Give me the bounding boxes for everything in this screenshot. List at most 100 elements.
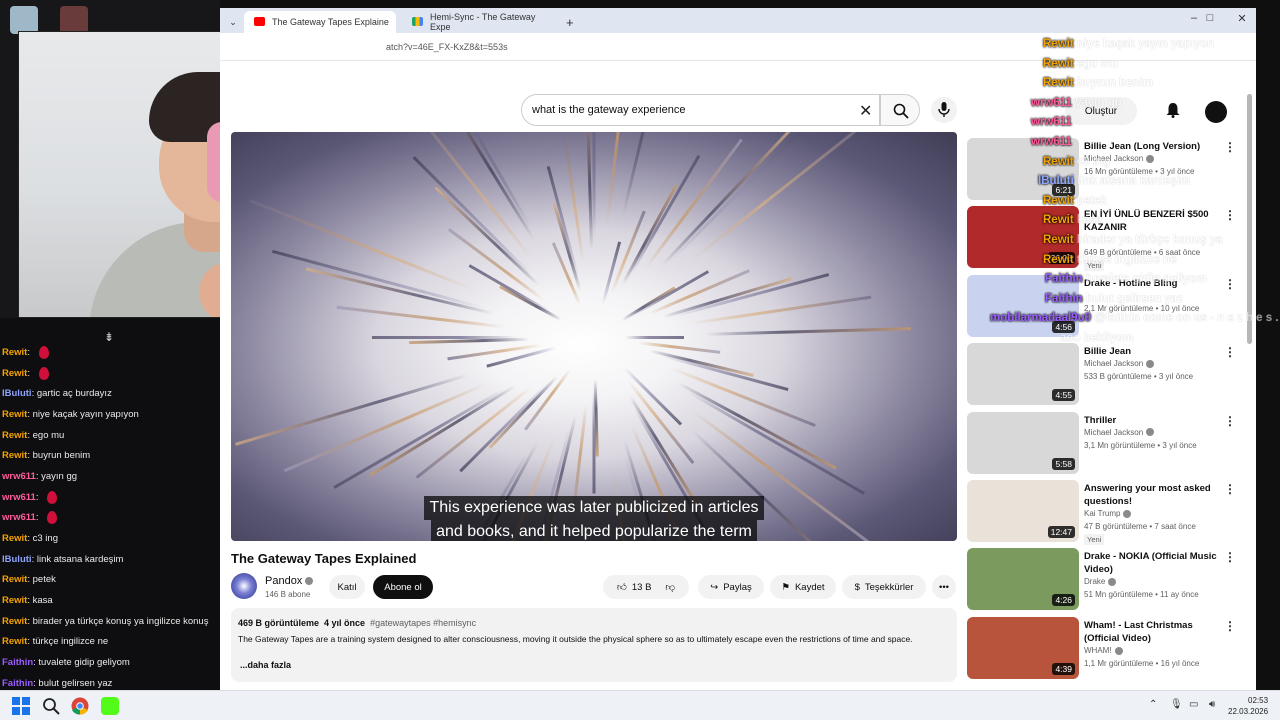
subscribe-button[interactable]: Abone ol <box>373 575 433 599</box>
chat-username[interactable]: Faithin <box>2 678 33 689</box>
scrollbar[interactable] <box>1247 88 1253 684</box>
recommendation-title[interactable]: Drake - NOKIA (Official Music Video) <box>1084 550 1219 576</box>
recommendation-thumbnail[interactable]: 4:55 <box>967 343 1079 406</box>
recommendation-title[interactable]: Drake - Hotline Bling <box>1084 277 1219 290</box>
recommendation-channel[interactable]: Drake <box>1084 577 1117 586</box>
description-box[interactable]: 469 B görüntüleme 4 yıl önce #gatewaytap… <box>231 608 957 682</box>
share-button[interactable]: ↪ Paylaş <box>698 575 764 599</box>
recommendation-item[interactable]: 4:39 Wham! - Last Christmas (Official Vid… <box>967 616 1247 681</box>
chat-username[interactable]: wrw611 <box>2 471 36 482</box>
channel-name[interactable]: Pandox <box>265 575 314 587</box>
recommendation-item[interactable]: 4:55 Billie Jean ⋮ Michael Jackson 533 B gör… <box>967 343 1247 407</box>
join-button[interactable]: Katıl <box>329 575 365 599</box>
chat-username[interactable]: lBuluti <box>2 388 32 399</box>
windows-start-icon[interactable] <box>12 697 30 715</box>
search-input[interactable] <box>532 104 852 116</box>
url-text[interactable]: atch?v=46E_FX-KxZ8&t=553s <box>386 42 508 52</box>
recommendation-thumbnail[interactable]: 4:56 <box>967 274 1079 337</box>
recommendation-title[interactable]: Wham! - Last Christmas (Official Video) <box>1084 619 1219 645</box>
like-dislike-group[interactable]: 👍︎ 13 B 👎︎ <box>603 575 689 599</box>
chat-username[interactable]: Rewit <box>2 347 27 358</box>
volume-icon[interactable]: 🔊︎ <box>1209 699 1215 710</box>
recommendation-item[interactable]: 5:58 Thriller ⋮ Michael Jackson 3,1 Mn görün… <box>967 411 1247 476</box>
search-button[interactable] <box>880 94 920 126</box>
bell-icon[interactable] <box>1166 102 1180 121</box>
recommendation-title[interactable]: Billie Jean <box>1084 345 1219 358</box>
avatar[interactable] <box>1205 101 1227 123</box>
chat-username[interactable]: Rewit <box>2 574 27 585</box>
chat-username[interactable]: Faithin <box>2 657 33 668</box>
clock[interactable]: 02:53 22.03.2026 <box>1228 695 1268 717</box>
chrome-icon[interactable] <box>71 697 89 715</box>
chat-username[interactable]: Rewit <box>2 368 27 379</box>
dislike-icon[interactable]: 👎︎ <box>665 581 675 593</box>
chat-username[interactable]: Rewit <box>2 636 27 647</box>
thanks-button[interactable]: $ Teşekkürler <box>842 575 926 599</box>
recommendation-channel[interactable]: Michael Jackson <box>1084 428 1155 437</box>
recommendation-thumbnail[interactable]: 12:47 <box>967 480 1079 542</box>
search-box[interactable]: ✕ <box>521 94 880 126</box>
recommendation-item[interactable]: 4:56 Drake - Hotline Bling ⋮ 2,1 Mr görüntü… <box>967 274 1247 339</box>
kick-icon[interactable] <box>101 697 119 715</box>
recommendation-item[interactable]: 36:05 EN İYİ ÜNLÜ BENZERİ $500 KAZANIR ⋮ 64… <box>967 206 1247 272</box>
chat-username[interactable]: Rewit <box>2 409 27 420</box>
voice-search-button[interactable] <box>931 97 957 123</box>
recommendation-title[interactable]: Thriller <box>1084 414 1219 427</box>
tab-hemisync[interactable]: Hemi-Sync - The Gateway Expe <box>402 11 556 33</box>
recycle-bin-icon[interactable] <box>10 6 38 34</box>
tray-overflow-icon[interactable]: ⌃ <box>1149 699 1157 710</box>
show-more-link[interactable]: ...daha fazla <box>240 660 291 670</box>
recommendation-title[interactable]: Billie Jean (Long Version) <box>1084 140 1219 153</box>
recommendation-thumbnail[interactable]: 5:58 <box>967 411 1079 474</box>
scrollbar-thumb[interactable] <box>1247 94 1252 344</box>
recommendation-channel[interactable]: Michael Jackson <box>1084 359 1155 368</box>
more-vert-icon[interactable]: ⋮ <box>1224 140 1236 154</box>
recommendation-thumbnail[interactable]: 4:26 <box>967 548 1079 611</box>
more-vert-icon[interactable]: ⋮ <box>1224 619 1236 633</box>
recommendation-stats: 51 Mn görüntüleme • 11 ay önce <box>1084 590 1199 600</box>
recommendation-channel[interactable]: WHAM! <box>1084 646 1123 655</box>
tab-list-button[interactable]: ⌄ <box>224 11 242 33</box>
chat-username[interactable]: wrw611 <box>2 512 36 523</box>
search-icon[interactable] <box>42 697 60 715</box>
recommendation-title[interactable]: Answering your most asked questions! <box>1084 482 1219 508</box>
network-icon[interactable]: ▭ <box>1189 699 1198 710</box>
chat-username[interactable]: Rewit <box>2 430 27 441</box>
tab-youtube[interactable]: The Gateway Tapes Explaine <box>244 11 396 33</box>
chat-username[interactable]: Rewit <box>2 450 27 461</box>
recommendation-item[interactable]: 12:47 Answering your most asked questions… <box>967 480 1247 545</box>
recommendation-thumbnail[interactable]: 36:05 <box>967 206 1079 269</box>
more-actions-button[interactable]: ••• <box>932 575 956 599</box>
more-vert-icon[interactable]: ⋮ <box>1224 277 1236 291</box>
recommendation-item[interactable]: 6:21 Billie Jean (Long Version) ⋮ Michael J… <box>967 138 1247 202</box>
chat-username[interactable]: wrw611 <box>2 492 36 503</box>
new-tab-button[interactable]: + <box>562 11 582 33</box>
create-button[interactable]: Oluştur <box>1065 97 1137 125</box>
more-vert-icon[interactable]: ⋮ <box>1224 208 1236 222</box>
mic-icon[interactable]: 🎙︎ <box>1170 699 1183 710</box>
recommendation-title[interactable]: EN İYİ ÜNLÜ BENZERİ $500 KAZANIR <box>1084 208 1219 234</box>
description-tags[interactable]: #gatewaytapes #hemisync <box>370 618 476 628</box>
like-icon[interactable]: 👍︎ <box>617 581 627 593</box>
recommendation-channel[interactable]: Michael Jackson <box>1084 154 1155 163</box>
recommendation-channel[interactable]: Kai Trump <box>1084 509 1132 518</box>
more-vert-icon[interactable]: ⋮ <box>1224 414 1236 428</box>
more-vert-icon[interactable]: ⋮ <box>1224 550 1236 564</box>
recommendation-thumbnail[interactable]: 6:21 <box>967 138 1079 200</box>
close-button[interactable]: ✕ <box>1232 12 1252 28</box>
maximize-button[interactable]: □ <box>1200 12 1220 28</box>
save-button[interactable]: ⚑ Kaydet <box>770 575 836 599</box>
channel-avatar[interactable] <box>231 573 257 599</box>
more-vert-icon[interactable]: ⋮ <box>1224 482 1236 496</box>
recommendation-item[interactable]: 4:26 Drake - NOKIA (Official Music Video)… <box>967 548 1247 612</box>
chat-username[interactable]: Rewit <box>2 533 27 544</box>
recommendation-thumbnail[interactable]: 4:39 <box>967 616 1079 679</box>
chat-username[interactable]: Rewit <box>2 616 27 627</box>
more-vert-icon[interactable]: ⋮ <box>1224 345 1236 359</box>
clear-icon[interactable]: ✕ <box>859 101 872 121</box>
address-bar[interactable]: atch?v=46E_FX-KxZ8&t=553s <box>220 33 1256 61</box>
video-player[interactable]: This experience was later publicized in … <box>231 132 957 541</box>
desktop-shortcut-icon[interactable] <box>60 6 88 34</box>
chat-username[interactable]: lBuluti <box>2 554 32 565</box>
chat-username[interactable]: Rewit <box>2 595 27 606</box>
